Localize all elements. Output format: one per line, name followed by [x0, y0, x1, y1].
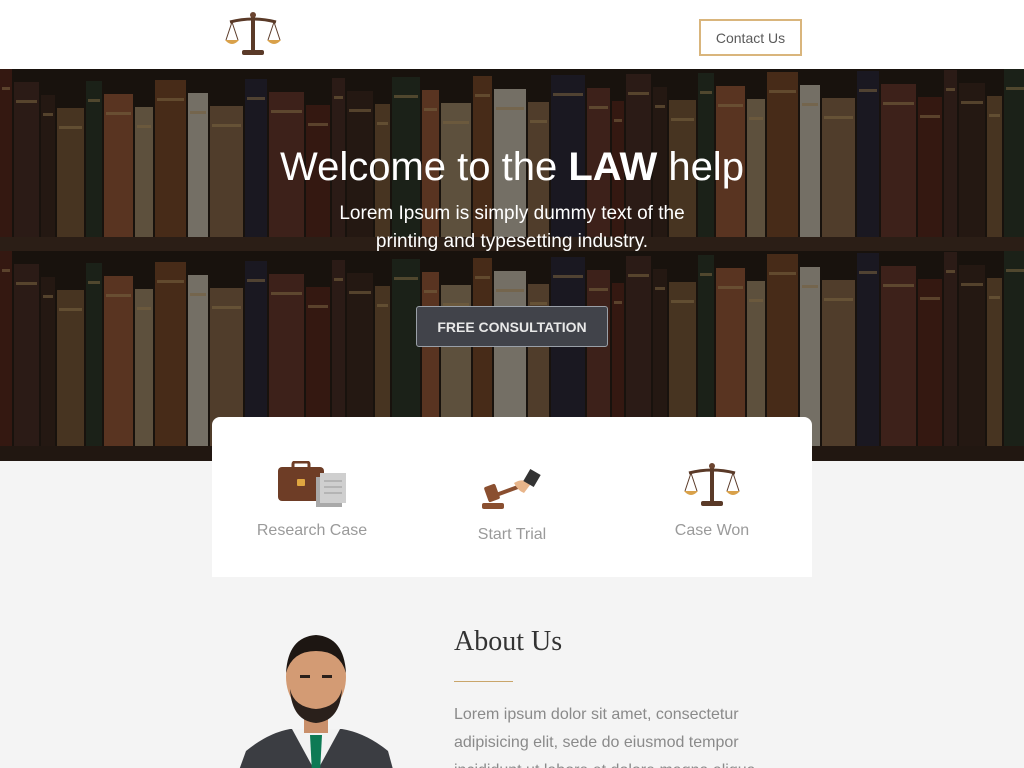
contact-us-button[interactable]: Contact Us: [699, 19, 802, 56]
briefcase-documents-icon: [278, 461, 346, 507]
feature-start-trial[interactable]: Start Trial: [412, 417, 612, 577]
gavel-icon: [482, 468, 541, 509]
feature-research-case[interactable]: Research Case: [212, 417, 412, 577]
lawyer-portrait-image: [239, 635, 393, 768]
feature-label: Start Trial: [477, 526, 547, 543]
feature-label: Case Won: [674, 522, 750, 539]
scales-of-justice-icon: [684, 463, 740, 506]
hero-title: Welcome to the LAW help: [280, 145, 744, 189]
features-card: Research Case Start Trial Case Won: [212, 417, 812, 577]
feature-case-won[interactable]: Case Won: [612, 417, 812, 577]
hero-subtitle: Lorem Ipsum is simply dummy text of the …: [339, 203, 685, 252]
hero-overlay: [0, 69, 1024, 461]
site-header: Contact Us: [0, 0, 1024, 69]
about-section: About Us Lorem ipsum dolor sit amet, con…: [212, 577, 812, 768]
scales-of-justice-icon[interactable]: [224, 12, 282, 58]
free-consultation-button[interactable]: FREE CONSULTATION: [416, 306, 608, 347]
feature-label: Research Case: [256, 522, 368, 539]
about-text: Lorem ipsum dolor sit amet, consectetur …: [454, 706, 756, 768]
about-title: About Us: [454, 626, 563, 657]
title-underline: [454, 681, 513, 682]
hero-banner: Welcome to the LAW help Lorem Ipsum is s…: [0, 69, 1024, 461]
